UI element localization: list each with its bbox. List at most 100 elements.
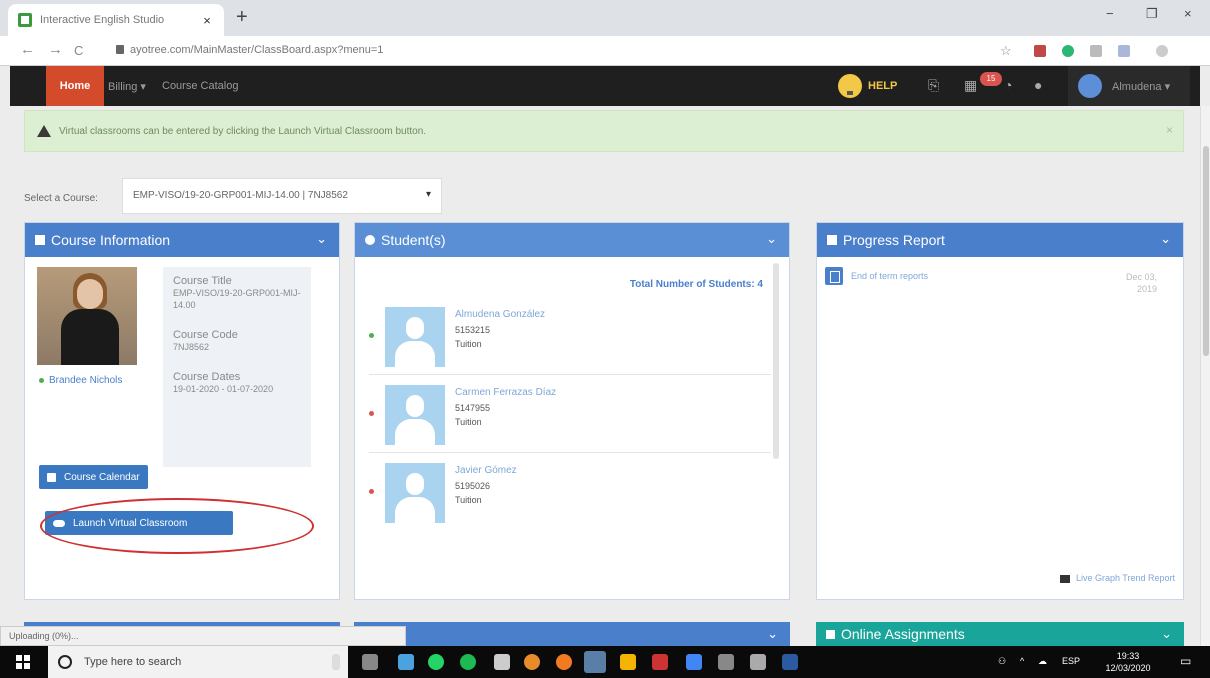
course-select-value: EMP-VISO/19-20-GRP001-MIJ-14.00 | 7NJ856… — [133, 190, 348, 201]
red-circle-annotation — [40, 498, 314, 554]
student-id: 5153215 — [455, 325, 491, 335]
url-field[interactable]: ayotree.com/MainMaster/ClassBoard.aspx?m… — [130, 44, 383, 56]
task-view-icon[interactable] — [362, 654, 378, 670]
forward-button[interactable]: → — [48, 41, 63, 58]
help-link[interactable]: HELP — [868, 80, 897, 92]
mic-icon[interactable] — [332, 654, 340, 670]
teacher-photo — [37, 267, 137, 365]
end-of-term-reports-link[interactable]: End of term reports — [851, 271, 928, 281]
student-role: Tuition — [455, 495, 482, 505]
lower-middle-panel-header[interactable]: ⌄ — [354, 622, 790, 646]
book-icon — [35, 235, 45, 245]
user-icon — [365, 235, 375, 245]
whatsapp-icon[interactable] — [428, 654, 444, 670]
live-graph-trend-link[interactable]: Live Graph Trend Report — [1059, 573, 1175, 583]
app-icon[interactable] — [524, 654, 540, 670]
extension-green-icon[interactable] — [1062, 45, 1074, 57]
student-name[interactable]: Javier Gómez — [455, 465, 517, 476]
student-row[interactable]: Almudena González 5153215 Tuition — [369, 299, 771, 375]
chat-icon[interactable]: ● — [1034, 77, 1042, 93]
windows-taskbar: Type here to search ⚇ ^ ☁ ESP 19:33 12/0… — [0, 646, 1210, 678]
browser-tab-bar: Interactive English Studio × + − ❐ × — [0, 0, 1210, 36]
extension-red-icon[interactable] — [1034, 45, 1046, 57]
course-dates-value: 19-01-2020 - 01-07-2020 — [173, 384, 274, 394]
help-bulb-icon[interactable] — [838, 74, 862, 98]
window-close-button[interactable]: × — [1184, 6, 1192, 21]
alert-close-icon[interactable]: × — [1166, 123, 1173, 137]
new-tab-button[interactable]: + — [236, 6, 248, 29]
online-status-icon — [369, 333, 374, 338]
language-indicator[interactable]: ESP — [1062, 656, 1080, 666]
nav-home[interactable]: Home — [46, 66, 104, 106]
student-row[interactable]: Javier Gómez 5195026 Tuition — [369, 455, 771, 531]
chevron-down-icon[interactable]: ⌄ — [1161, 626, 1172, 642]
cloud-icon[interactable]: ☁ — [1038, 656, 1047, 667]
tab-close-icon[interactable]: × — [200, 13, 214, 28]
bookmark-star-icon[interactable]: ☆ — [1000, 43, 1012, 59]
app-grey-icon[interactable] — [718, 654, 734, 670]
offline-status-icon — [369, 411, 374, 416]
windows-start-icon[interactable] — [16, 655, 30, 669]
firefox-icon[interactable] — [556, 654, 572, 670]
cactus-icon[interactable] — [620, 654, 636, 670]
panel-title: Progress Report — [843, 232, 945, 248]
restore-button[interactable]: ❐ — [1146, 6, 1158, 22]
tray-arrow-icon[interactable]: ^ — [1020, 656, 1024, 666]
browser-tab[interactable]: Interactive English Studio × — [8, 4, 224, 36]
people-icon[interactable]: ⚇ — [998, 656, 1006, 667]
chevron-down-icon[interactable]: ⌄ — [1160, 231, 1171, 247]
reload-button[interactable]: C — [74, 43, 83, 58]
report-date: Dec 03, 2019 — [1125, 272, 1157, 294]
chevron-down-icon: ▾ — [425, 189, 431, 200]
photoshop-icon[interactable] — [782, 654, 798, 670]
chrome-icon[interactable] — [584, 651, 606, 673]
app-blue-icon[interactable] — [686, 654, 702, 670]
nav-course-catalog[interactable]: Course Catalog — [162, 80, 238, 92]
chevron-down-icon[interactable]: ⌄ — [767, 626, 778, 642]
student-avatar — [385, 307, 445, 367]
chevron-down-icon[interactable]: ⌄ — [316, 231, 327, 247]
course-calendar-button[interactable]: Course Calendar — [39, 465, 148, 489]
translate-icon[interactable]: ⎘ — [928, 77, 939, 94]
progress-report-header[interactable]: Progress Report ⌄ — [817, 223, 1183, 257]
teacher-link[interactable]: Brandee Nichols — [39, 375, 122, 386]
student-row[interactable]: Carmen Ferrazas Díaz 5147955 Tuition — [369, 377, 771, 453]
course-details: Course Title EMP-VISO/19-20-GRP001-MIJ-1… — [163, 267, 311, 467]
profile-icon[interactable] — [1156, 45, 1168, 57]
chevron-down-icon[interactable]: ⌄ — [766, 231, 777, 247]
app-red-icon[interactable] — [652, 654, 668, 670]
online-assignments-header[interactable]: Online Assignments ⌄ — [816, 622, 1184, 646]
warning-icon — [37, 125, 51, 137]
user-name: Almudena ▾ — [1112, 81, 1171, 93]
user-menu[interactable]: Almudena ▾ — [1068, 66, 1190, 106]
app-light-icon[interactable] — [750, 654, 766, 670]
notifications-icon[interactable]: ▭ — [1180, 654, 1191, 668]
calculator-icon[interactable] — [494, 654, 510, 670]
course-information-header[interactable]: Course Information ⌄ — [25, 223, 339, 257]
course-title-label: Course Title — [173, 275, 232, 287]
course-select[interactable]: EMP-VISO/19-20-GRP001-MIJ-14.00 | 7NJ856… — [122, 178, 442, 214]
bell-icon[interactable]: ◔ — [1004, 77, 1012, 93]
calendar-icon[interactable]: ▦ — [964, 77, 977, 94]
course-code-value: 7NJ8562 — [173, 342, 210, 352]
page-scroll-thumb[interactable] — [1203, 146, 1209, 356]
student-name[interactable]: Carmen Ferrazas Díaz — [455, 387, 556, 398]
students-header[interactable]: Student(s) ⌄ — [355, 223, 789, 257]
page-scrollbar[interactable] — [1200, 106, 1210, 646]
taskbar-search[interactable]: Type here to search — [48, 646, 348, 678]
course-title-value: EMP-VISO/19-20-GRP001-MIJ-14.00 — [173, 288, 301, 310]
back-button[interactable]: ← — [20, 41, 35, 58]
file-explorer-icon[interactable] — [398, 654, 414, 670]
students-scrollbar[interactable] — [773, 263, 779, 459]
minimize-button[interactable]: − — [1106, 6, 1114, 21]
spotify-icon[interactable] — [460, 654, 476, 670]
student-name[interactable]: Almudena González — [455, 309, 545, 320]
course-dates-label: Course Dates — [173, 371, 241, 383]
lock-icon — [116, 45, 124, 54]
nav-billing[interactable]: Billing ▾ — [108, 80, 146, 93]
panel-title: Student(s) — [381, 232, 446, 248]
taskbar-clock[interactable]: 19:33 12/03/2020 — [1100, 650, 1156, 674]
extension-grey-icon[interactable] — [1090, 45, 1102, 57]
info-alert: Virtual classrooms can be entered by cli… — [24, 110, 1184, 152]
extension-blue-icon[interactable] — [1118, 45, 1130, 57]
